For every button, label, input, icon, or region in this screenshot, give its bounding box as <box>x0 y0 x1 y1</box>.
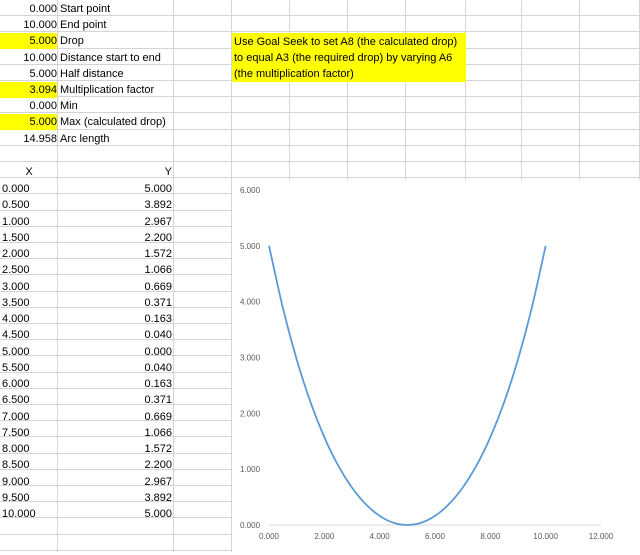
table-cell-y[interactable]: 1.066 <box>58 425 172 441</box>
param-label[interactable]: Max (calculated drop) <box>60 114 166 130</box>
x-tick-label: 10.000 <box>533 532 558 541</box>
param-value[interactable]: 3.094 <box>0 82 57 98</box>
param-value[interactable]: 10.000 <box>0 17 57 33</box>
y-tick-label: 4.000 <box>240 298 261 307</box>
table-cell-x[interactable]: 4.500 <box>2 327 58 343</box>
note-line-3: (the multiplication factor) <box>234 66 354 82</box>
table-cell-y[interactable]: 2.967 <box>58 474 172 490</box>
table-cell-x[interactable]: 2.500 <box>2 262 58 278</box>
x-tick-label: 12.000 <box>589 532 614 541</box>
param-label[interactable]: Distance start to end <box>60 50 161 66</box>
table-cell-y[interactable]: 3.892 <box>58 490 172 506</box>
table-cell-y[interactable]: 0.371 <box>58 392 172 408</box>
y-tick-label: 2.000 <box>240 409 261 418</box>
param-value[interactable]: 5.000 <box>0 114 57 130</box>
table-cell-y[interactable]: 1.572 <box>58 246 172 262</box>
table-cell-y[interactable]: 5.000 <box>58 181 172 197</box>
param-label[interactable]: Arc length <box>60 131 110 147</box>
table-cell-x[interactable]: 5.000 <box>2 344 58 360</box>
table-cell-y[interactable]: 3.892 <box>58 197 172 213</box>
param-label[interactable]: End point <box>60 17 106 33</box>
y-tick-label: 6.000 <box>240 186 261 195</box>
table-cell-y[interactable]: 1.572 <box>58 441 172 457</box>
param-label[interactable]: Start point <box>60 1 110 17</box>
table-cell-y[interactable]: 0.163 <box>58 311 172 327</box>
column-header-y-label: Y <box>165 166 172 178</box>
table-cell-y[interactable]: 0.040 <box>58 327 172 343</box>
series-line-0 <box>269 246 546 525</box>
param-value[interactable]: 14.958 <box>0 131 57 147</box>
table-cell-x[interactable]: 7.000 <box>2 409 58 425</box>
param-value[interactable]: 5.000 <box>0 66 57 82</box>
note-line-1: Use Goal Seek to set A8 (the calculated … <box>234 34 457 50</box>
table-cell-y[interactable]: 0.000 <box>58 344 172 360</box>
note-line-2: to equal A3 (the required drop) by varyi… <box>234 50 452 66</box>
x-tick-label: 6.000 <box>425 532 446 541</box>
y-tick-label: 3.000 <box>240 354 261 363</box>
table-cell-x[interactable]: 6.500 <box>2 392 58 408</box>
y-tick-label: 1.000 <box>240 465 261 474</box>
table-cell-y[interactable]: 0.040 <box>58 360 172 376</box>
table-cell-y[interactable]: 0.371 <box>58 295 172 311</box>
param-label[interactable]: Multiplication factor <box>60 82 154 98</box>
table-cell-x[interactable]: 8.000 <box>2 441 58 457</box>
y-tick-label: 0.000 <box>240 521 261 530</box>
line-chart: 0.000 1.000 2.000 3.000 4.000 5.000 6.000 0.000… <box>232 180 640 552</box>
column-header-x[interactable]: X <box>0 164 58 180</box>
table-cell-x[interactable]: 0.000 <box>2 181 58 197</box>
param-value[interactable]: 0.000 <box>0 1 57 17</box>
x-tick-label: 0.000 <box>259 532 280 541</box>
param-label[interactable]: Half distance <box>60 66 124 82</box>
table-cell-x[interactable]: 6.000 <box>2 376 58 392</box>
param-label[interactable]: Drop <box>60 33 84 49</box>
param-value[interactable]: 0.000 <box>0 98 57 114</box>
table-cell-x[interactable]: 9.500 <box>2 490 58 506</box>
table-cell-x[interactable]: 3.500 <box>2 295 58 311</box>
table-cell-y[interactable]: 0.669 <box>58 409 172 425</box>
table-cell-x[interactable]: 5.500 <box>2 360 58 376</box>
table-cell-y[interactable]: 0.163 <box>58 376 172 392</box>
y-tick-label: 5.000 <box>240 242 261 251</box>
table-cell-x[interactable]: 1.000 <box>2 214 58 230</box>
column-header-y[interactable]: Y <box>58 164 174 180</box>
table-cell-x[interactable]: 1.500 <box>2 230 58 246</box>
x-tick-label: 4.000 <box>370 532 391 541</box>
param-label[interactable]: Min <box>60 98 78 114</box>
table-cell-x[interactable]: 9.000 <box>2 474 58 490</box>
instruction-note[interactable]: Use Goal Seek to set A8 (the calculated … <box>232 33 466 82</box>
table-cell-x[interactable]: 8.500 <box>2 457 58 473</box>
table-cell-x[interactable]: 4.000 <box>2 311 58 327</box>
param-value[interactable]: 5.000 <box>0 33 57 49</box>
table-cell-y[interactable]: 2.200 <box>58 230 172 246</box>
table-cell-y[interactable]: 2.967 <box>58 214 172 230</box>
table-cell-x[interactable]: 7.500 <box>2 425 58 441</box>
x-tick-label: 2.000 <box>314 532 335 541</box>
table-cell-y[interactable]: 1.066 <box>58 262 172 278</box>
table-cell-x[interactable]: 0.500 <box>2 197 58 213</box>
x-tick-label: 8.000 <box>480 532 501 541</box>
table-cell-y[interactable]: 2.200 <box>58 457 172 473</box>
table-cell-x[interactable]: 3.000 <box>2 279 58 295</box>
table-cell-x[interactable]: 2.000 <box>2 246 58 262</box>
chart-area[interactable]: 0.000 1.000 2.000 3.000 4.000 5.000 6.000 0.000… <box>232 180 640 552</box>
param-value[interactable]: 10.000 <box>0 50 57 66</box>
table-cell-x[interactable]: 10.000 <box>2 506 58 522</box>
table-cell-y[interactable]: 5.000 <box>58 506 172 522</box>
table-cell-y[interactable]: 0.669 <box>58 279 172 295</box>
row-gridline <box>0 161 640 162</box>
